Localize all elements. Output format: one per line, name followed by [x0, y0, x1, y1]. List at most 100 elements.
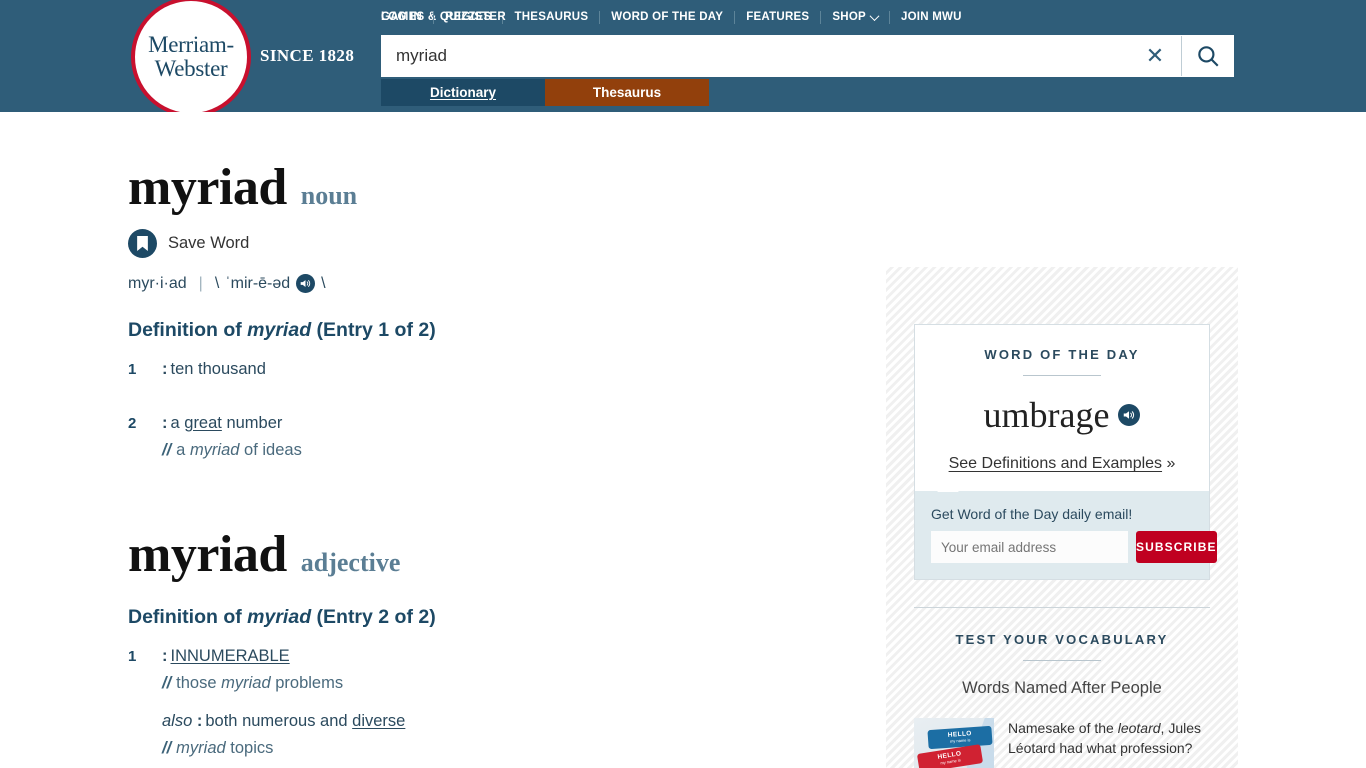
entry-2-part-of-speech: adjective [300, 547, 401, 577]
definition-text: : ten thousand [162, 358, 828, 382]
account-nav: LOG IN REGISTER [381, 8, 1346, 26]
sidebar: WORD OF THE DAY umbrage See Definitions … [886, 267, 1238, 768]
page-body: myriad noun Save Word myr·i·ad | \ ˈmir-… [0, 112, 1366, 768]
wotd-email-signup: Get Word of the Day daily email! SUBSCRI… [915, 482, 1217, 579]
divider [1023, 375, 1101, 376]
pronunciation-respelling: ˈmir-ē-əd [225, 274, 291, 292]
tab-dictionary[interactable]: Dictionary [381, 79, 545, 106]
sense-number: 1 [128, 361, 137, 378]
speaker-icon[interactable] [296, 274, 316, 293]
pron-open-slash: \ [214, 274, 220, 292]
test-your-vocabulary-card: TEST YOUR VOCABULARY Words Named After P… [914, 608, 1210, 768]
entry-2-headword-row: myriad adjective [128, 525, 828, 584]
sense: 2 :a great number //a myriad of ideas [128, 412, 828, 463]
definition-text: :a great number [162, 412, 828, 436]
log-in-link[interactable]: LOG IN [381, 11, 433, 23]
logo-line-1: Merriam- [148, 32, 234, 58]
example-marker: // [162, 440, 172, 459]
def-header-prefix: Definition of [128, 605, 248, 628]
nametag-sub-text: my name is [949, 737, 971, 744]
definition-colon: : [162, 413, 168, 432]
email-signup-label: Get Word of the Day daily email! [931, 506, 1133, 522]
entry-1-part-of-speech: noun [300, 181, 358, 210]
definition-colon: : [162, 646, 168, 665]
since-tagline: SINCE 1828 [260, 46, 355, 65]
page-title: myriad [128, 159, 287, 216]
bookmark-icon [128, 229, 157, 258]
wotd-word-row: umbrage [984, 394, 1141, 436]
wotd-link-text: See Definitions and Examples [948, 455, 1163, 472]
entry-2-definition-header: Definition of myriad (Entry 2 of 2) [128, 606, 828, 629]
definition-text: : INNUMERABLE [162, 645, 828, 669]
save-word-button[interactable]: Save Word [128, 229, 828, 258]
tab-thesaurus[interactable]: Thesaurus [545, 79, 709, 106]
example-suffix: of ideas [239, 440, 302, 459]
word-of-the-day-card: WORD OF THE DAY umbrage See Definitions … [914, 324, 1217, 580]
def-header-suffix: (Entry 2 of 2) [311, 605, 436, 628]
sense-body: : ten thousand [162, 358, 828, 382]
sense-body: : INNUMERABLE //those myriad problems als… [162, 645, 828, 761]
wotd-word[interactable]: umbrage [984, 394, 1110, 436]
search-bar: ✕ [381, 35, 1234, 77]
sense-number: 2 [128, 414, 137, 432]
also-label: also [162, 711, 193, 730]
definition-colon: : [196, 711, 203, 730]
def-header-word: myriad [247, 605, 312, 628]
search-scope-tabs: Dictionary Thesaurus [381, 79, 709, 106]
email-signup-row: SUBSCRIBE [931, 531, 1217, 563]
cross-reference-link[interactable]: diverse [352, 712, 405, 730]
search-icon[interactable] [1181, 36, 1233, 76]
example-headword: myriad [189, 440, 240, 459]
also-block: also : both numerous and diverse //myriad… [162, 710, 828, 761]
quiz-question-row: HELLO my name is HELLO my name is Namesa… [914, 718, 1210, 768]
quiz-question-text: Namesake of the leotard, Jules Léotard h… [1008, 718, 1210, 759]
definition-text-value: ten thousand [170, 360, 266, 378]
definition-text-prefix: a [170, 413, 185, 432]
logo-line-2: Webster [154, 55, 228, 81]
def-header-suffix: (Entry 1 of 2) [311, 319, 436, 341]
quiz-kicker: TEST YOUR VOCABULARY [955, 632, 1169, 647]
site-header: Merriam- Webster SINCE 1828 GAMES & QUIZ… [0, 0, 1366, 117]
pron-close-slash: \ [321, 274, 326, 292]
pronunciation-row: myr·i·ad | \ ˈmir-ē-əd \ [128, 274, 828, 293]
subscribe-button[interactable]: SUBSCRIBE [1136, 531, 1217, 563]
save-word-label: Save Word [168, 234, 250, 252]
speaker-icon[interactable] [1118, 404, 1141, 426]
close-icon[interactable]: ✕ [1129, 36, 1181, 76]
definition-colon: : [162, 360, 168, 378]
wotd-inner: WORD OF THE DAY umbrage See Definitions … [915, 325, 1209, 473]
sense-body: :a great number //a myriad of ideas [162, 412, 828, 463]
entry-2-headword: myriad [128, 525, 287, 583]
wotd-definitions-link[interactable]: See Definitions and Examples » [935, 455, 1189, 473]
sense: 1 : INNUMERABLE //those myriad problems a… [128, 645, 828, 761]
entry-1-headword-row: myriad noun [128, 158, 828, 217]
register-link[interactable]: REGISTER [434, 11, 517, 23]
example-headword: myriad [221, 673, 271, 692]
example-prefix: those [176, 673, 222, 692]
tab-dictionary-label: Dictionary [429, 85, 497, 100]
entry-column: myriad noun Save Word myr·i·ad | \ ˈmir-… [128, 112, 828, 768]
def-header-word: myriad [247, 319, 312, 341]
quiz-title: Words Named After People [962, 679, 1162, 697]
email-field[interactable] [931, 531, 1128, 563]
example-headword: myriad [176, 738, 226, 757]
divider [1023, 660, 1101, 661]
search-input[interactable] [382, 36, 1129, 76]
pron-separator: | [198, 274, 203, 292]
wotd-kicker: WORD OF THE DAY [984, 347, 1140, 362]
example-sentence: //those myriad problems [162, 672, 828, 696]
also-text-prefix: both numerous and [205, 711, 353, 730]
cross-reference-link[interactable]: great [184, 414, 222, 432]
logo-circle: Merriam- Webster [131, 0, 251, 117]
example-suffix: problems [270, 673, 344, 692]
entry-1-definition-header: Definition of myriad (Entry 1 of 2) [128, 319, 828, 342]
wotd-link-suffix: » [1162, 455, 1176, 472]
site-logo[interactable]: Merriam- Webster [128, 0, 254, 117]
syllabification: myr·i·ad [128, 274, 187, 292]
cross-reference-link[interactable]: INNUMERABLE [171, 647, 290, 665]
quiz-thumbnail: HELLO my name is HELLO my name is [914, 718, 994, 768]
def-header-prefix: Definition of [128, 319, 248, 341]
example-marker: // [162, 673, 172, 692]
example-prefix: a [176, 440, 190, 459]
example-suffix: topics [225, 738, 274, 757]
